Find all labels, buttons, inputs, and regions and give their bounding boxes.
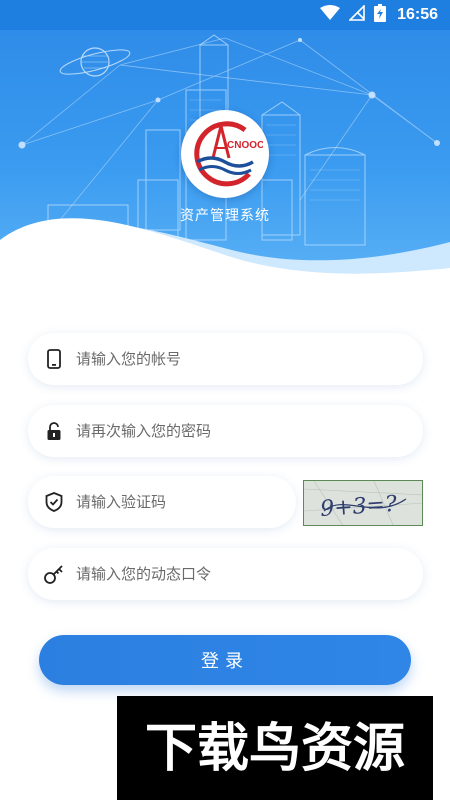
battery-icon	[374, 4, 387, 26]
status-bar: 16:56	[0, 0, 450, 30]
header-banner: CNOOC 资产管理系统	[0, 30, 450, 275]
status-icons: 16:56	[320, 0, 438, 30]
app-logo: CNOOC	[181, 110, 269, 198]
captcha-image[interactable]: 9+3=?	[303, 480, 423, 526]
account-input[interactable]	[76, 341, 407, 377]
key-icon	[43, 563, 65, 585]
shield-check-icon	[43, 491, 65, 513]
password-field[interactable]	[28, 405, 423, 457]
watermark-logo: 下载鸟资源	[117, 696, 433, 800]
svg-text:CNOOC: CNOOC	[227, 140, 263, 151]
svg-text:下载鸟资源: 下载鸟资源	[145, 719, 405, 779]
otp-field[interactable]	[28, 548, 423, 600]
captcha-input[interactable]	[76, 484, 280, 520]
signal-icon	[348, 4, 365, 25]
account-field[interactable]	[28, 333, 423, 385]
status-time: 16:56	[397, 6, 438, 23]
svg-text:9+3=?: 9+3=?	[319, 492, 397, 522]
password-input[interactable]	[76, 413, 407, 449]
captcha-field[interactable]	[28, 476, 296, 528]
phone-icon	[43, 348, 65, 370]
lock-icon	[43, 420, 65, 442]
otp-input[interactable]	[76, 556, 407, 592]
wifi-icon	[320, 5, 341, 25]
login-button[interactable]: 登录	[39, 635, 411, 685]
app-title: 资产管理系统	[180, 208, 270, 224]
